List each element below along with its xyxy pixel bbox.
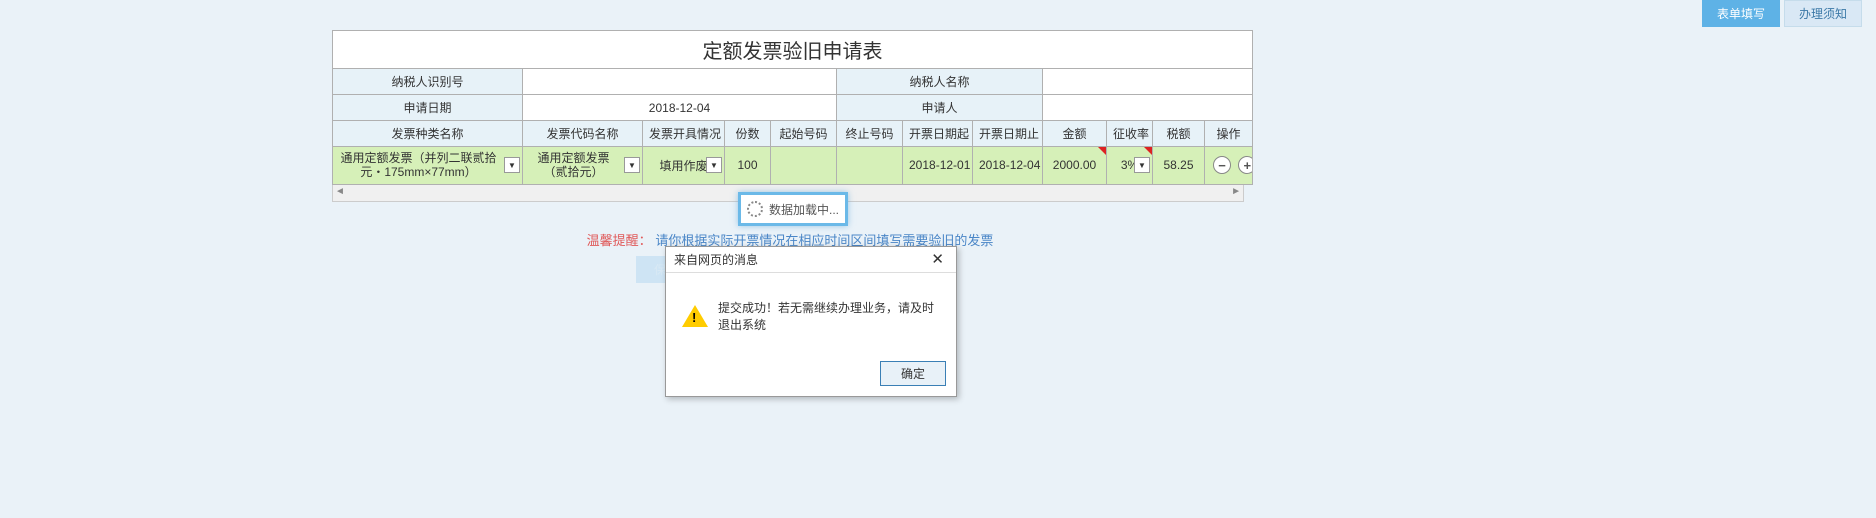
- cell-invoice-code[interactable]: 通用定额发票（贰拾元） ▼: [523, 147, 643, 185]
- value-taxpayer-name: [1043, 69, 1253, 95]
- cell-issue-status[interactable]: 填用作废 ▼: [643, 147, 725, 185]
- col-invoice-type: 发票种类名称: [333, 121, 523, 147]
- col-date-to: 开票日期止: [973, 121, 1043, 147]
- remove-row-button[interactable]: −: [1213, 156, 1231, 174]
- cell-op: − +: [1205, 147, 1253, 185]
- cell-invoice-type-text: 通用定额发票（并列二联贰拾元・175mm×77mm）: [339, 151, 516, 180]
- dropdown-icon[interactable]: ▼: [1134, 157, 1150, 173]
- label-apply-date: 申请日期: [333, 95, 523, 121]
- loading-overlay: 数据加载中...: [738, 192, 848, 226]
- cell-invoice-code-text: 通用定额发票（贰拾元）: [529, 151, 636, 180]
- spinner-icon: [747, 201, 763, 217]
- dropdown-icon[interactable]: ▼: [624, 157, 640, 173]
- warning-icon: [682, 305, 708, 327]
- col-date-from: 开票日期起: [903, 121, 973, 147]
- dropdown-icon[interactable]: ▼: [504, 157, 520, 173]
- col-tax-amount: 税额: [1153, 121, 1205, 147]
- add-row-button[interactable]: +: [1238, 156, 1252, 174]
- col-issue-status: 发票开具情况: [643, 121, 725, 147]
- loading-text: 数据加载中...: [769, 201, 839, 218]
- col-count: 份数: [725, 121, 771, 147]
- dialog-close-button[interactable]: ✕: [927, 253, 948, 267]
- col-amount: 金额: [1043, 121, 1107, 147]
- cell-issue-status-text: 填用作废: [659, 159, 707, 173]
- cell-date-to[interactable]: 2018-12-04: [973, 147, 1043, 185]
- hint-label: 温馨提醒：: [587, 233, 652, 248]
- cell-tax-rate[interactable]: 3% ▼: [1107, 147, 1153, 185]
- dropdown-icon[interactable]: ▼: [706, 157, 722, 173]
- label-taxpayer-id: 纳税人识别号: [333, 69, 523, 95]
- tab-notice[interactable]: 办理须知: [1784, 0, 1862, 27]
- col-op: 操作: [1205, 121, 1253, 147]
- cell-date-from[interactable]: 2018-12-01: [903, 147, 973, 185]
- dialog-title: 来自网页的消息: [674, 251, 758, 268]
- col-start-no: 起始号码: [771, 121, 837, 147]
- tab-form-fill[interactable]: 表单填写: [1702, 0, 1780, 27]
- form-container: 定额发票验旧申请表 纳税人识别号 纳税人名称 申请日期 2018-12-04 申…: [332, 30, 1244, 202]
- col-invoice-code: 发票代码名称: [523, 121, 643, 147]
- cell-end-no[interactable]: [837, 147, 903, 185]
- label-taxpayer-name: 纳税人名称: [837, 69, 1043, 95]
- dialog-ok-button[interactable]: 确定: [880, 361, 946, 386]
- dialog-message: 提交成功！若无需继续办理业务，请及时退出系统: [718, 299, 940, 333]
- value-apply-date: 2018-12-04: [523, 95, 837, 121]
- form-title: 定额发票验旧申请表: [333, 31, 1253, 69]
- col-tax-rate: 征收率: [1107, 121, 1153, 147]
- cell-invoice-type[interactable]: 通用定额发票（并列二联贰拾元・175mm×77mm） ▼: [333, 147, 523, 185]
- label-applicant: 申请人: [837, 95, 1043, 121]
- col-end-no: 终止号码: [837, 121, 903, 147]
- message-dialog: 来自网页的消息 ✕ 提交成功！若无需继续办理业务，请及时退出系统 确定: [665, 246, 957, 397]
- value-taxpayer-id: [523, 69, 837, 95]
- cell-amount[interactable]: 2000.00: [1043, 147, 1107, 185]
- cell-count[interactable]: 100: [725, 147, 771, 185]
- cell-tax-amount: 58.25: [1153, 147, 1205, 185]
- cell-start-no[interactable]: [771, 147, 837, 185]
- value-applicant: [1043, 95, 1253, 121]
